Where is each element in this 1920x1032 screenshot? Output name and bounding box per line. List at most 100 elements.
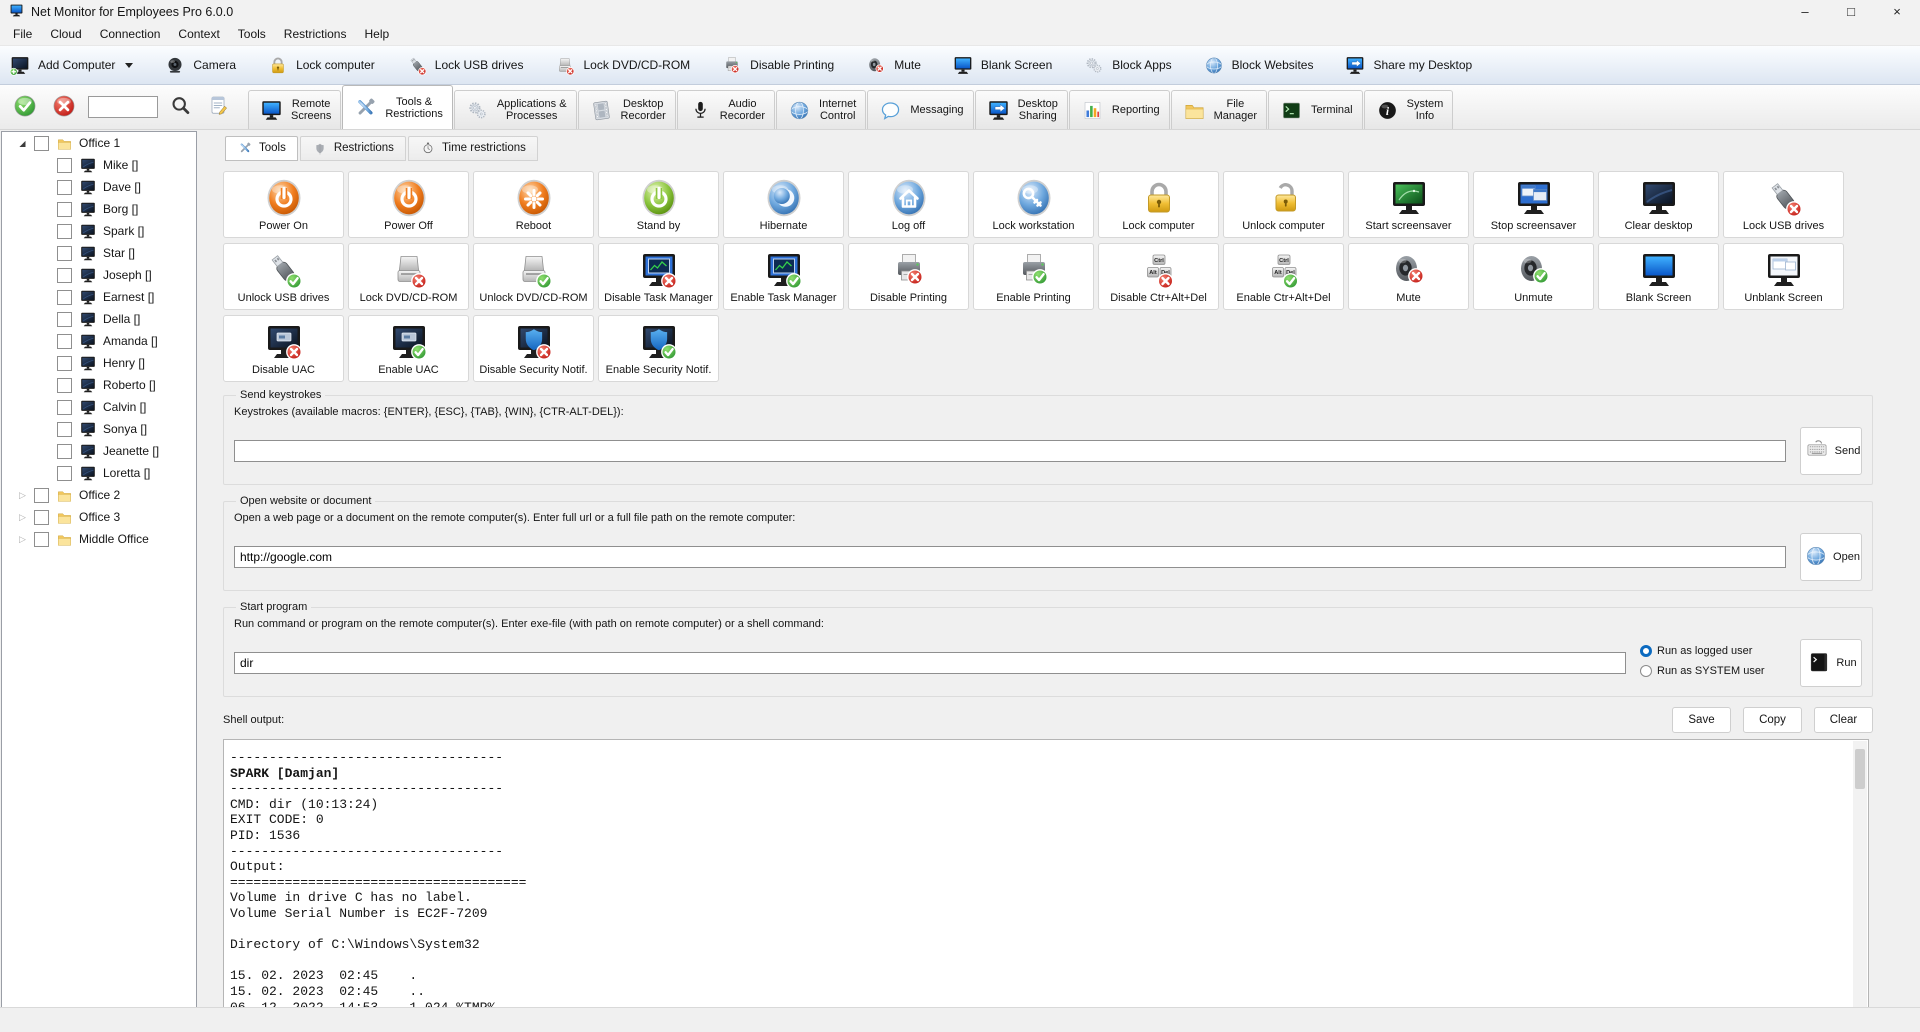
toolbar-lock-computer[interactable]: Lock computer [266, 55, 375, 76]
tab-desktop-recorder[interactable]: Desktop Recorder [578, 90, 676, 129]
menu-restrictions[interactable]: Restrictions [275, 24, 356, 44]
toolbar-camera[interactable]: Camera [163, 55, 236, 76]
search-input[interactable] [88, 96, 158, 118]
menu-tools[interactable]: Tools [229, 24, 275, 44]
send-button[interactable]: Send [1800, 427, 1862, 475]
expand-icon[interactable]: ▷ [16, 490, 29, 501]
tab-desktop-sharing[interactable]: Desktop Sharing [975, 90, 1068, 129]
action-power-on[interactable]: Power On [223, 171, 344, 238]
tree-computer-dave[interactable]: Dave [] [2, 176, 196, 198]
action-enable-ctr-alt-del[interactable]: CtrlAltDelEnable Ctr+Alt+Del [1223, 243, 1344, 310]
computer-checkbox[interactable] [57, 224, 72, 239]
computer-checkbox[interactable] [57, 268, 72, 283]
action-unlock-dvd-cd-rom[interactable]: Unlock DVD/CD-ROM [473, 243, 594, 310]
computer-checkbox[interactable] [57, 466, 72, 481]
action-stand-by[interactable]: Stand by [598, 171, 719, 238]
tree-group-middle-office[interactable]: ▷Middle Office [2, 528, 196, 550]
computer-checkbox[interactable] [57, 356, 72, 371]
toolbar-share-my-desktop[interactable]: Share my Desktop [1343, 55, 1472, 76]
tab-system-info[interactable]: iSystem Info [1364, 90, 1454, 129]
action-power-off[interactable]: Power Off [348, 171, 469, 238]
action-unblank-screen[interactable]: Unblank Screen [1723, 243, 1844, 310]
tree-computer-della[interactable]: Della [] [2, 308, 196, 330]
notes-icon[interactable] [204, 94, 232, 121]
tree-computer-amanda[interactable]: Amanda [] [2, 330, 196, 352]
tab-file-manager[interactable]: File Manager [1171, 90, 1267, 129]
collapse-icon[interactable]: ◢ [16, 139, 29, 148]
action-unlock-usb-drives[interactable]: Unlock USB drives [223, 243, 344, 310]
save-button[interactable]: Save [1672, 707, 1731, 733]
action-lock-computer[interactable]: Lock computer [1098, 171, 1219, 238]
group-checkbox[interactable] [34, 488, 49, 503]
tab-messaging[interactable]: Messaging [867, 90, 973, 129]
computer-checkbox[interactable] [57, 202, 72, 217]
tree-computer-earnest[interactable]: Earnest [] [2, 286, 196, 308]
computer-checkbox[interactable] [57, 378, 72, 393]
expand-icon[interactable]: ▷ [16, 534, 29, 545]
close-button[interactable]: × [1874, 0, 1920, 23]
computer-checkbox[interactable] [57, 400, 72, 415]
menu-connection[interactable]: Connection [91, 24, 170, 44]
toolbar-blank-screen[interactable]: Blank Screen [951, 55, 1052, 76]
toolbar-block-websites[interactable]: Block Websites [1202, 55, 1314, 76]
tree-computer-joseph[interactable]: Joseph [] [2, 264, 196, 286]
tree-computer-spark[interactable]: Spark [] [2, 220, 196, 242]
toolbar-block-apps[interactable]: Block Apps [1082, 55, 1171, 76]
action-hibernate[interactable]: Hibernate [723, 171, 844, 238]
toolbar-lock-dvd-cd-rom[interactable]: Lock DVD/CD-ROM [553, 55, 690, 76]
tab-internet-control[interactable]: Internet Control [776, 90, 866, 129]
radio-run-as-logged-user[interactable]: Run as logged user [1640, 645, 1790, 657]
tab-remote-screens[interactable]: Remote Screens [248, 90, 341, 129]
computer-checkbox[interactable] [57, 334, 72, 349]
action-lock-workstation[interactable]: Lock workstation [973, 171, 1094, 238]
radio-icon[interactable] [1640, 645, 1652, 657]
computer-checkbox[interactable] [57, 246, 72, 261]
subtab-time-restrictions[interactable]: Time restrictions [408, 136, 538, 161]
tree-computer-calvin[interactable]: Calvin [] [2, 396, 196, 418]
toolbar-disable-printing[interactable]: Disable Printing [720, 55, 834, 76]
action-lock-usb-drives[interactable]: Lock USB drives [1723, 171, 1844, 238]
shell-output[interactable]: -----------------------------------SPARK… [223, 739, 1869, 1032]
tab-terminal[interactable]: Terminal [1268, 90, 1363, 129]
keystrokes-input[interactable] [234, 440, 1786, 462]
subtab-tools[interactable]: Tools [225, 136, 298, 161]
computer-checkbox[interactable] [57, 312, 72, 327]
action-enable-security-notif[interactable]: Enable Security Notif. [598, 315, 719, 382]
url-input[interactable] [234, 546, 1786, 568]
tree-computer-henry[interactable]: Henry [] [2, 352, 196, 374]
menu-file[interactable]: File [4, 24, 41, 44]
tree-computer-mike[interactable]: Mike [] [2, 154, 196, 176]
copy-button[interactable]: Copy [1743, 707, 1802, 733]
action-clear-desktop[interactable]: Clear desktop [1598, 171, 1719, 238]
action-unlock-computer[interactable]: Unlock computer [1223, 171, 1344, 238]
minimize-button[interactable]: – [1782, 0, 1828, 23]
tree-computer-loretta[interactable]: Loretta [] [2, 462, 196, 484]
maximize-button[interactable]: □ [1828, 0, 1874, 23]
action-disable-task-manager[interactable]: Disable Task Manager [598, 243, 719, 310]
command-input[interactable] [234, 652, 1626, 674]
expand-icon[interactable]: ▷ [16, 512, 29, 523]
computer-checkbox[interactable] [57, 158, 72, 173]
toolbar-add-computer[interactable]: Add Computer [8, 55, 133, 76]
action-disable-uac[interactable]: Disable UAC [223, 315, 344, 382]
tab-audio-recorder[interactable]: Audio Recorder [677, 90, 775, 129]
tree-group-office-1[interactable]: ◢Office 1 [2, 132, 196, 154]
group-checkbox[interactable] [34, 510, 49, 525]
action-stop-screensaver[interactable]: Stop screensaver [1473, 171, 1594, 238]
tab-reporting[interactable]: Reporting [1069, 90, 1170, 129]
action-disable-security-notif[interactable]: Disable Security Notif. [473, 315, 594, 382]
tab-applications-processes[interactable]: Applications & Processes [454, 90, 577, 129]
menu-context[interactable]: Context [169, 24, 228, 44]
action-disable-printing[interactable]: Disable Printing [848, 243, 969, 310]
shell-scrollbar[interactable] [1853, 741, 1867, 1032]
radio-icon[interactable] [1640, 665, 1652, 677]
action-log-off[interactable]: Log off [848, 171, 969, 238]
group-checkbox[interactable] [34, 136, 49, 151]
apply-button[interactable] [10, 93, 40, 122]
action-unmute[interactable]: Unmute [1473, 243, 1594, 310]
tree-group-office-3[interactable]: ▷Office 3 [2, 506, 196, 528]
tree-computer-roberto[interactable]: Roberto [] [2, 374, 196, 396]
action-start-screensaver[interactable]: Start screensaver [1348, 171, 1469, 238]
tree-computer-jeanette[interactable]: Jeanette [] [2, 440, 196, 462]
search-icon[interactable] [167, 94, 195, 121]
